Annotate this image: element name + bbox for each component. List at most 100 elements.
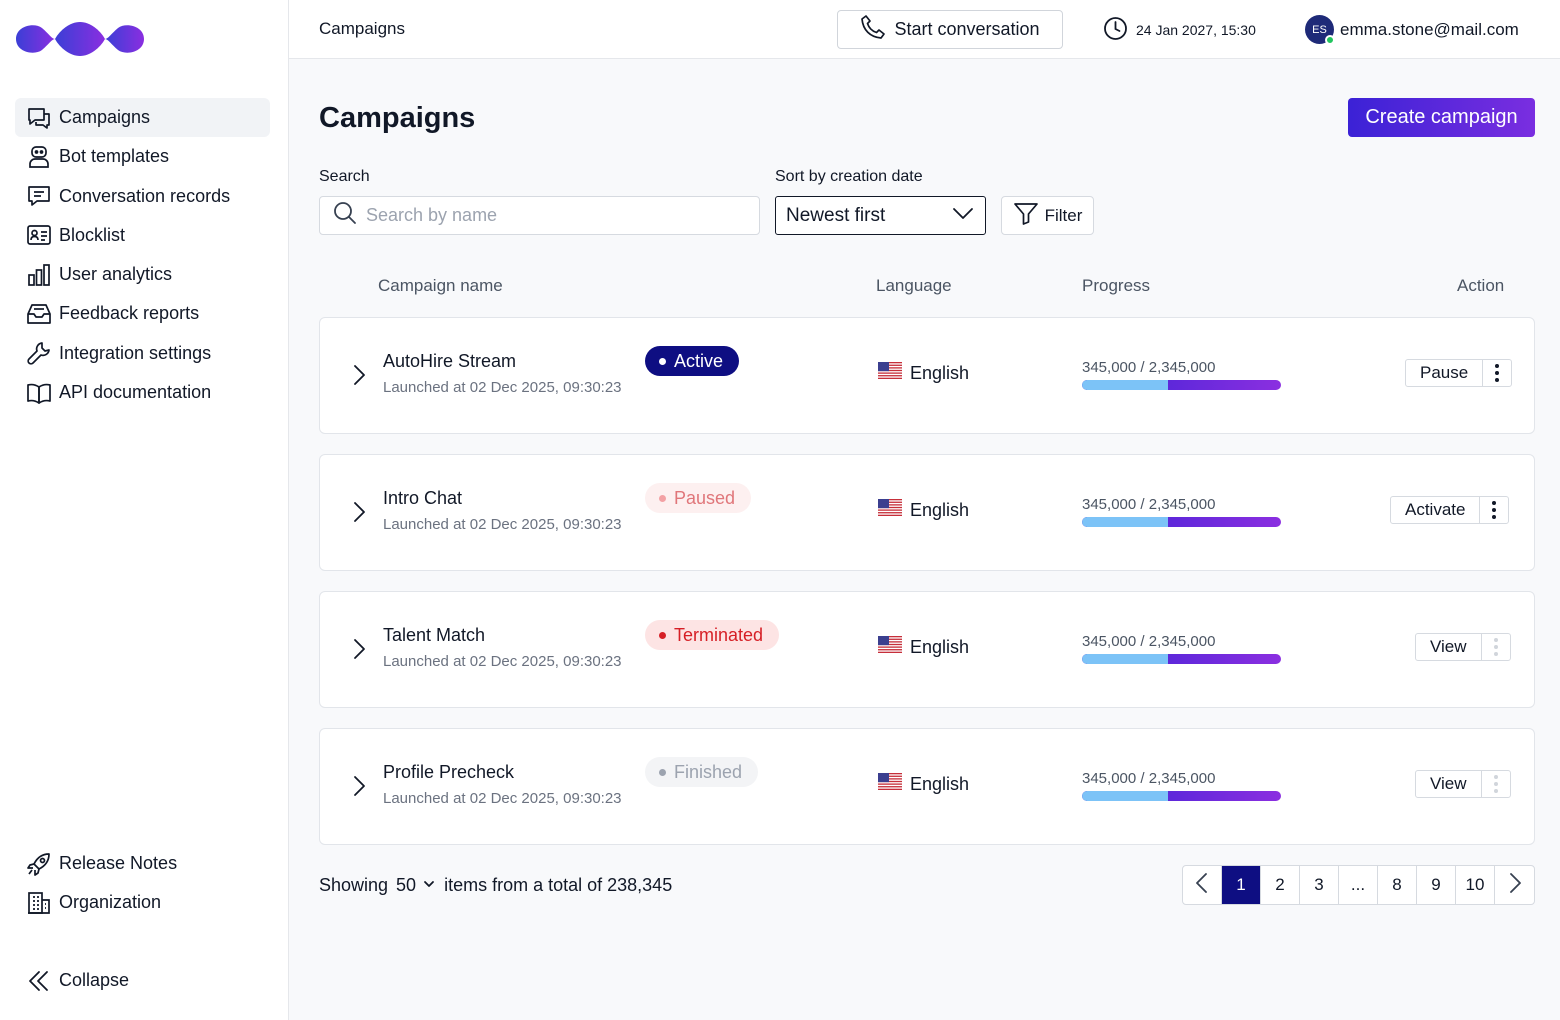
sidebar-item-organization[interactable]: Organization	[15, 883, 270, 922]
us-flag-icon	[878, 636, 902, 658]
progress-text: 345,000 / 2,345,000	[1082, 770, 1216, 787]
status-dot	[659, 357, 666, 365]
status-label: Paused	[674, 487, 736, 508]
page-number-button[interactable]: 1	[1222, 866, 1261, 904]
campaign-name[interactable]: Intro Chat	[383, 488, 462, 509]
create-campaign-button[interactable]: Create campaign	[1348, 98, 1535, 137]
main-nav: Campaigns Bot templates Conversation rec…	[15, 98, 270, 412]
status-dot	[659, 494, 666, 502]
page-ellipsis: ...	[1339, 866, 1378, 904]
campaign-language: English	[878, 636, 969, 658]
campaign-language: English	[878, 773, 969, 795]
table-row[interactable]: Intro Chat Launched at 02 Dec 2025, 09:3…	[319, 454, 1535, 571]
more-options-icon[interactable]	[1483, 360, 1511, 386]
double-chevron-left-icon	[25, 967, 53, 995]
page-size-select[interactable]: 50	[396, 875, 436, 896]
sidebar-item-api-documentation[interactable]: API documentation	[15, 373, 270, 412]
filter-label: Filter	[1044, 205, 1083, 225]
page-number-button[interactable]: 8	[1378, 866, 1417, 904]
page-number-button[interactable]: 2	[1261, 866, 1300, 904]
sidebar-item-blocklist[interactable]: Blocklist	[15, 216, 270, 255]
page-number-button[interactable]: 9	[1417, 866, 1456, 904]
status-badge: Terminated	[645, 620, 780, 650]
inbox-icon	[25, 300, 53, 328]
avatar-initials: ES	[1312, 23, 1327, 36]
sort-label: Sort by creation date	[775, 168, 923, 185]
row-action-button[interactable]: View	[1416, 771, 1482, 797]
table-row[interactable]: Profile Precheck Launched at 02 Dec 2025…	[319, 728, 1535, 845]
expand-chevron-icon[interactable]	[348, 636, 370, 667]
progress-text: 345,000 / 2,345,000	[1082, 496, 1216, 513]
status-dot	[659, 631, 666, 639]
sidebar-item-release-notes[interactable]: Release Notes	[15, 844, 270, 883]
sidebar-item-label: User analytics	[59, 264, 173, 285]
progress-bar-fill	[1082, 517, 1168, 527]
collapse-sidebar-button[interactable]: Collapse	[15, 961, 270, 1000]
campaign-name[interactable]: AutoHire Stream	[383, 351, 516, 372]
prev-page-button[interactable]	[1183, 866, 1222, 904]
sidebar-item-campaigns[interactable]: Campaigns	[15, 98, 270, 137]
filter-button[interactable]: Filter	[1001, 196, 1094, 235]
sidebar-item-label: Blocklist	[59, 224, 126, 245]
sidebar-item-bot-templates[interactable]: Bot templates	[15, 137, 270, 176]
chevron-right-icon	[1507, 872, 1523, 899]
top-bar: Campaigns Start conversation 24 Jan 2027…	[289, 0, 1560, 59]
sidebar-item-user-analytics[interactable]: User analytics	[15, 255, 270, 294]
campaign-launch-date: Launched at 02 Dec 2025, 09:30:23	[383, 653, 622, 670]
status-badge: Active	[645, 346, 740, 376]
status-label: Finished	[674, 761, 743, 782]
message-icon	[25, 182, 53, 210]
us-flag-icon	[878, 499, 902, 521]
sort-select[interactable]: Newest first	[775, 196, 986, 235]
chevron-left-icon	[1194, 872, 1210, 899]
search-box[interactable]	[319, 196, 760, 235]
expand-chevron-icon[interactable]	[348, 773, 370, 804]
sidebar-item-conversation-records[interactable]: Conversation records	[15, 177, 270, 216]
search-input[interactable]	[366, 205, 746, 226]
column-header-progress: Progress	[1082, 276, 1151, 295]
clock-icon	[1103, 16, 1128, 44]
column-header-language: Language	[876, 276, 952, 295]
avatar[interactable]: ES	[1305, 15, 1335, 45]
wrench-icon	[25, 339, 53, 367]
progress-bar	[1082, 654, 1281, 664]
expand-chevron-icon[interactable]	[348, 499, 370, 530]
page-number-button[interactable]: 3	[1300, 866, 1339, 904]
row-action-group: Pause	[1405, 359, 1513, 387]
row-action-button[interactable]: Pause	[1406, 360, 1484, 386]
start-conversation-label: Start conversation	[894, 19, 1040, 39]
sidebar-item-label: Campaigns	[59, 107, 151, 127]
building-icon	[25, 889, 53, 917]
sidebar-item-integration-settings[interactable]: Integration settings	[15, 334, 270, 373]
chevron-down-icon	[422, 875, 436, 896]
bar-chart-icon	[25, 261, 53, 289]
row-action-button[interactable]: Activate	[1391, 497, 1481, 523]
page-number-button[interactable]: 10	[1456, 866, 1495, 904]
progress-bar-fill	[1082, 791, 1168, 801]
campaign-name[interactable]: Talent Match	[383, 625, 485, 646]
sidebar-item-label: Release Notes	[59, 853, 178, 873]
sidebar-item-label: Bot templates	[59, 146, 170, 167]
expand-chevron-icon[interactable]	[348, 362, 370, 393]
campaign-name[interactable]: Profile Precheck	[383, 762, 514, 783]
campaign-launch-date: Launched at 02 Dec 2025, 09:30:23	[383, 516, 622, 533]
progress-text: 345,000 / 2,345,000	[1082, 633, 1216, 650]
current-datetime: 24 Jan 2027, 15:30	[1103, 16, 1256, 44]
status-badge: Finished	[645, 757, 759, 787]
sidebar-item-label: Feedback reports	[59, 303, 200, 324]
more-options-icon[interactable]	[1480, 497, 1508, 523]
next-page-button[interactable]	[1495, 866, 1534, 904]
sidebar-item-feedback-reports[interactable]: Feedback reports	[15, 294, 270, 333]
datetime-text: 24 Jan 2027, 15:30	[1136, 22, 1256, 38]
table-row[interactable]: AutoHire Stream Launched at 02 Dec 2025,…	[319, 317, 1535, 434]
progress-bar	[1082, 380, 1281, 390]
table-row[interactable]: Talent Match Launched at 02 Dec 2025, 09…	[319, 591, 1535, 708]
collapse-item[interactable]: Collapse	[15, 961, 270, 1000]
user-menu[interactable]: ES emma.stone@mail.com	[1305, 15, 1519, 45]
sidebar-item-label: Organization	[59, 892, 162, 913]
row-action-button[interactable]: View	[1416, 634, 1482, 660]
start-conversation-button[interactable]: Start conversation	[837, 10, 1063, 49]
campaign-language: English	[878, 362, 969, 384]
search-icon	[332, 200, 358, 231]
column-header-campaign-name: Campaign name	[378, 276, 503, 295]
